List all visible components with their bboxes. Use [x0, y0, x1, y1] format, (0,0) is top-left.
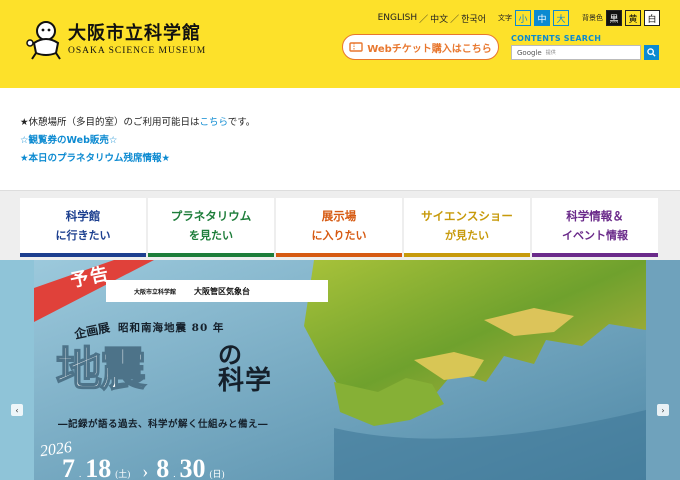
lang-korean-link[interactable]: 한국어: [461, 12, 486, 25]
nav-item-line1: サイエンスショー: [421, 209, 513, 223]
hero-slide-earthquake-exhibit[interactable]: 予告 大阪市立科学館 大阪管区気象台 企画展 昭和南海地震 80 年 地震 の …: [34, 260, 646, 480]
end-day: 30: [179, 454, 206, 480]
notice-rest-area-link[interactable]: こちら: [200, 117, 228, 128]
carousel-next-button[interactable]: ›: [657, 404, 669, 416]
nav-item-line2: に行きたい: [55, 229, 111, 242]
font-size-label: 文字: [498, 14, 512, 22]
notice-rest-area-text: ★休憩場所（多目的室）のご利用可能日は: [20, 117, 200, 128]
lang-english-link[interactable]: ENGLISH: [378, 13, 418, 23]
notice-rest-area: ★休憩場所（多目的室）のご利用可能日はこちらです。: [20, 114, 255, 132]
chevron-right-icon: ›: [661, 405, 665, 415]
background-color-label: 背景色: [582, 14, 603, 22]
font-size-large-button[interactable]: 大: [553, 10, 569, 26]
nav-item-science-show[interactable]: サイエンスショー が見たい: [404, 198, 530, 257]
lang-separator: ／: [450, 14, 460, 25]
web-ticket-button[interactable]: Webチケット購入はこちら: [342, 34, 499, 60]
ticket-icon: [349, 42, 363, 52]
nav-item-line1: 科学館: [65, 209, 101, 223]
carousel-prev-button[interactable]: ‹: [11, 404, 23, 416]
site-header: 大阪市立科学館 OSAKA SCIENCE MUSEUM ENGLISH ／ 中…: [0, 0, 680, 88]
nav-item-line1: 科学情報＆: [566, 209, 624, 223]
exhibit-dates: 7 . 18 (土) › 8 . 30 (日): [62, 454, 229, 480]
font-size-small-button[interactable]: 小: [515, 10, 531, 26]
notice-web-ticket-link[interactable]: ☆観覧券のWeb販売☆: [20, 132, 255, 150]
web-ticket-label: Webチケット購入はこちら: [367, 43, 492, 55]
organizer-tag: 大阪市立科学館 大阪管区気象台: [106, 280, 328, 302]
font-size-medium-button[interactable]: 中: [534, 10, 550, 26]
logo-english: OSAKA SCIENCE MUSEUM: [68, 46, 207, 56]
organizer-jma: 大阪管区気象台: [194, 286, 251, 296]
start-day: 18: [85, 454, 112, 480]
notice-section: ★休憩場所（多目的室）のご利用可能日はこちらです。 ☆観覧券のWeb販売☆ ★本…: [20, 114, 255, 168]
organizer-museum: 大阪市立科学館: [134, 288, 177, 296]
nav-item-line1: 展示場: [321, 209, 357, 223]
nav-item-exhibits[interactable]: 展示場 に入りたい: [276, 198, 402, 257]
exhibit-title-main: 地震: [55, 341, 147, 397]
museum-mascot-icon: [26, 21, 61, 60]
lang-chinese-link[interactable]: 中文: [430, 12, 448, 25]
google-provided-text: 提供: [545, 50, 556, 56]
search-icon: [647, 48, 656, 57]
bg-yellow-button[interactable]: 黄: [625, 10, 641, 26]
date-range-separator: ›: [142, 461, 149, 480]
notice-planetarium-seats-link[interactable]: ★本日のプラネタリウム残席情報★: [20, 150, 255, 168]
end-weekday: (日): [209, 469, 225, 479]
exhibit-title-science: 科学: [218, 366, 273, 396]
date-separator: .: [173, 469, 176, 479]
search-input[interactable]: Google 提供: [511, 45, 641, 60]
google-brand-text: Google: [517, 48, 542, 57]
nav-item-accent-bar: [20, 253, 146, 257]
notice-rest-area-suffix: です。: [227, 117, 256, 128]
nav-item-accent-bar: [276, 253, 402, 257]
nav-item-events[interactable]: 科学情報＆ イベント情報: [532, 198, 658, 257]
bg-black-button[interactable]: 黒: [606, 10, 622, 26]
nav-item-visit[interactable]: 科学館 に行きたい: [20, 198, 146, 257]
language-links: ENGLISH ／ 中文 ／ 한국어: [378, 12, 486, 25]
nav-item-planetarium[interactable]: プラネタリウム を見たい: [148, 198, 274, 257]
nav-item-accent-bar: [404, 253, 530, 257]
hero-carousel: 予告 大阪市立科学館 大阪管区気象台 企画展 昭和南海地震 80 年 地震 の …: [0, 260, 680, 480]
nav-item-accent-bar: [532, 253, 658, 257]
logo-japanese: 大阪市立科学館: [68, 23, 201, 44]
hero-next-slide-peek: [646, 260, 680, 480]
nav-item-line2: が見たい: [445, 229, 489, 242]
search-button[interactable]: [644, 45, 659, 60]
exhibit-subtitle: ―記録が語る過去、科学が解く仕組みと備え―: [58, 419, 269, 430]
contents-search-label: CONTENTS SEARCH: [511, 34, 602, 43]
end-month: 8: [156, 454, 170, 480]
lang-separator: ／: [419, 14, 429, 25]
bg-white-button[interactable]: 白: [644, 10, 660, 26]
start-weekday: (土): [115, 469, 131, 479]
nav-item-line1: プラネタリウム: [170, 209, 252, 223]
nav-item-line2: に入りたい: [311, 229, 367, 242]
nav-item-accent-bar: [148, 253, 274, 257]
nav-item-line2: イベント情報: [562, 229, 628, 242]
utility-bar: ENGLISH ／ 中文 ／ 한국어 文字 小 中 大 背景色 黒 黄 白: [378, 10, 660, 26]
hero-prev-slide-peek: [0, 260, 34, 480]
nav-item-line2: を見たい: [189, 229, 233, 242]
date-separator: .: [79, 469, 82, 479]
start-month: 7: [62, 454, 75, 480]
site-logo[interactable]: 大阪市立科学館 OSAKA SCIENCE MUSEUM: [26, 16, 226, 64]
chevron-left-icon: ‹: [15, 405, 19, 415]
